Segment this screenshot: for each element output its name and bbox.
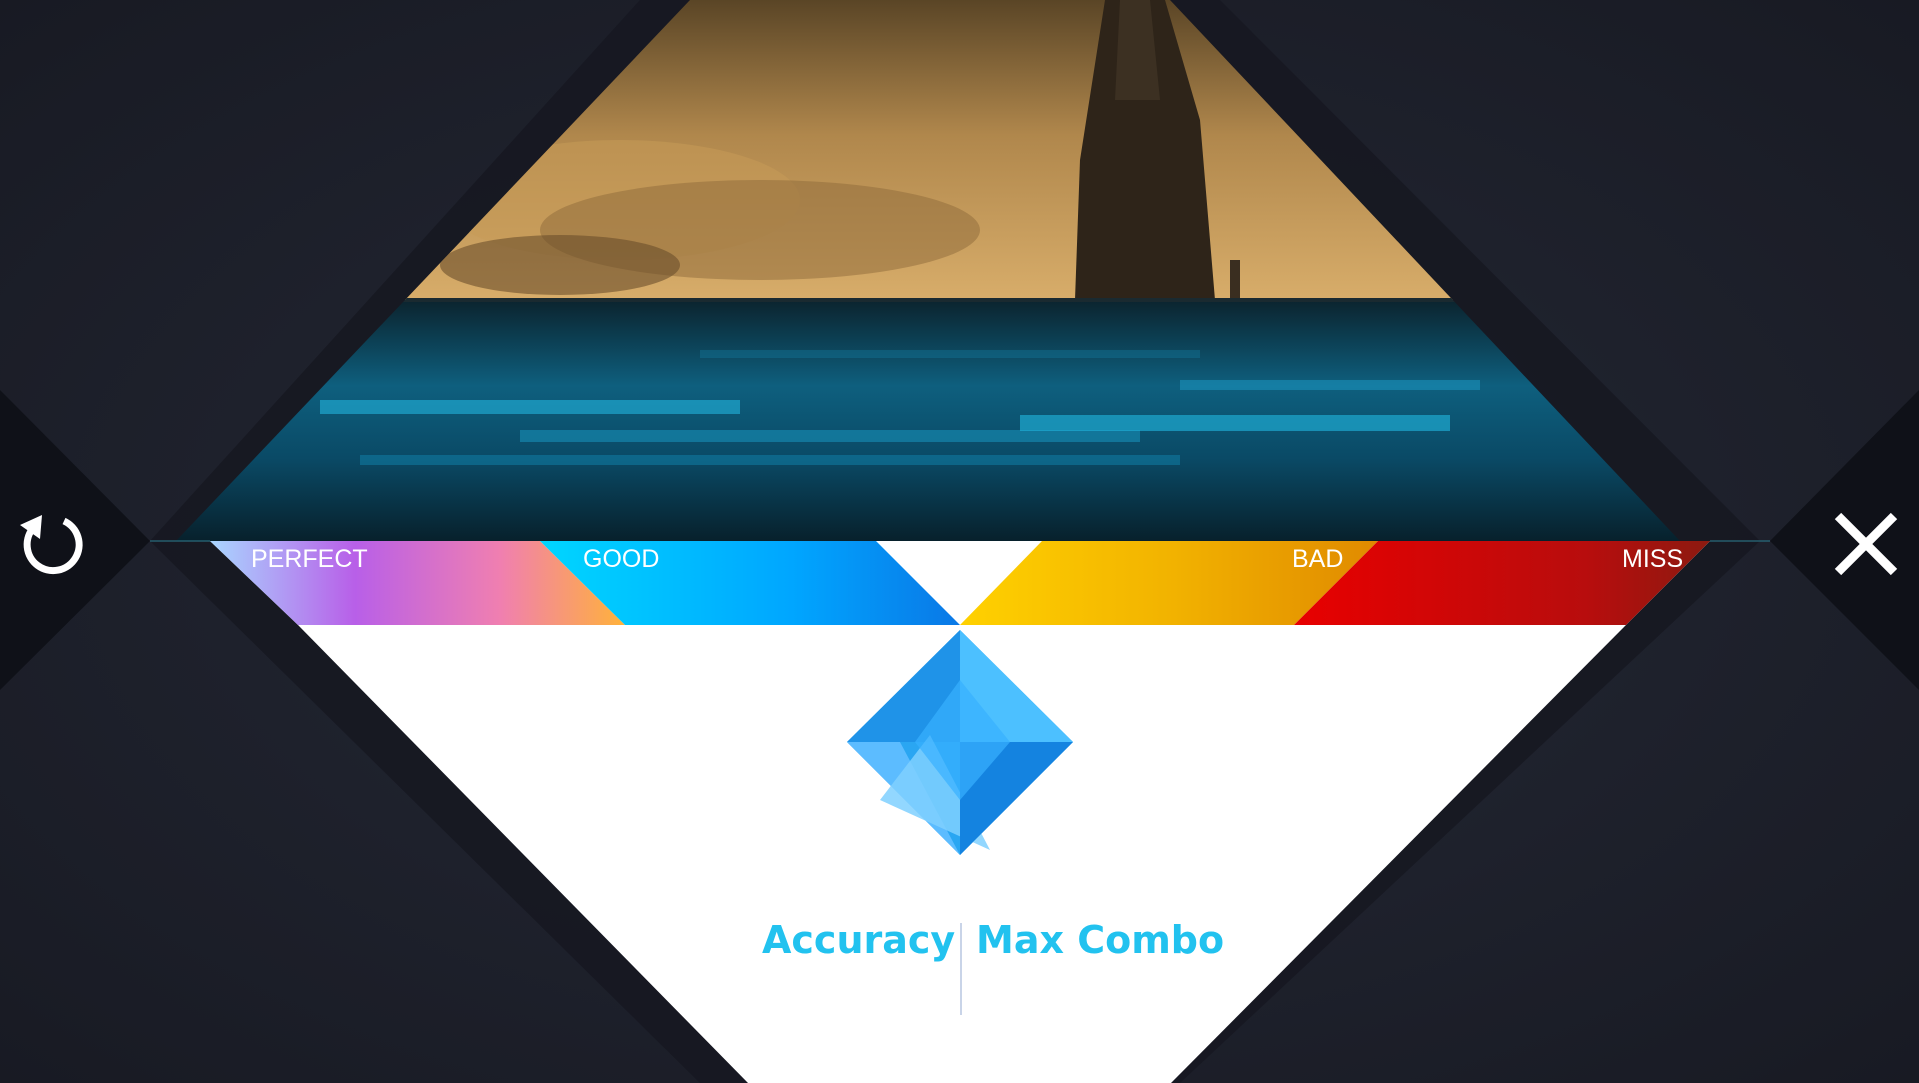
miss-label: MISS <box>1622 545 1684 573</box>
max-combo-label: Max Combo <box>976 918 1225 962</box>
good-label: GOOD <box>583 545 660 573</box>
bad-label: BAD <box>1292 545 1344 573</box>
accuracy-label: Accuracy <box>762 918 956 962</box>
retry-button[interactable] <box>12 505 88 581</box>
retry-icon <box>20 515 83 575</box>
perfect-label: PERFECT <box>251 545 368 573</box>
result-screen: PERFECT GOOD BAD MISS Accuracy Max Combo <box>0 0 1919 1083</box>
result-diamond-frame <box>0 0 1919 1083</box>
close-button[interactable] <box>1832 510 1900 578</box>
close-icon <box>1834 512 1898 576</box>
